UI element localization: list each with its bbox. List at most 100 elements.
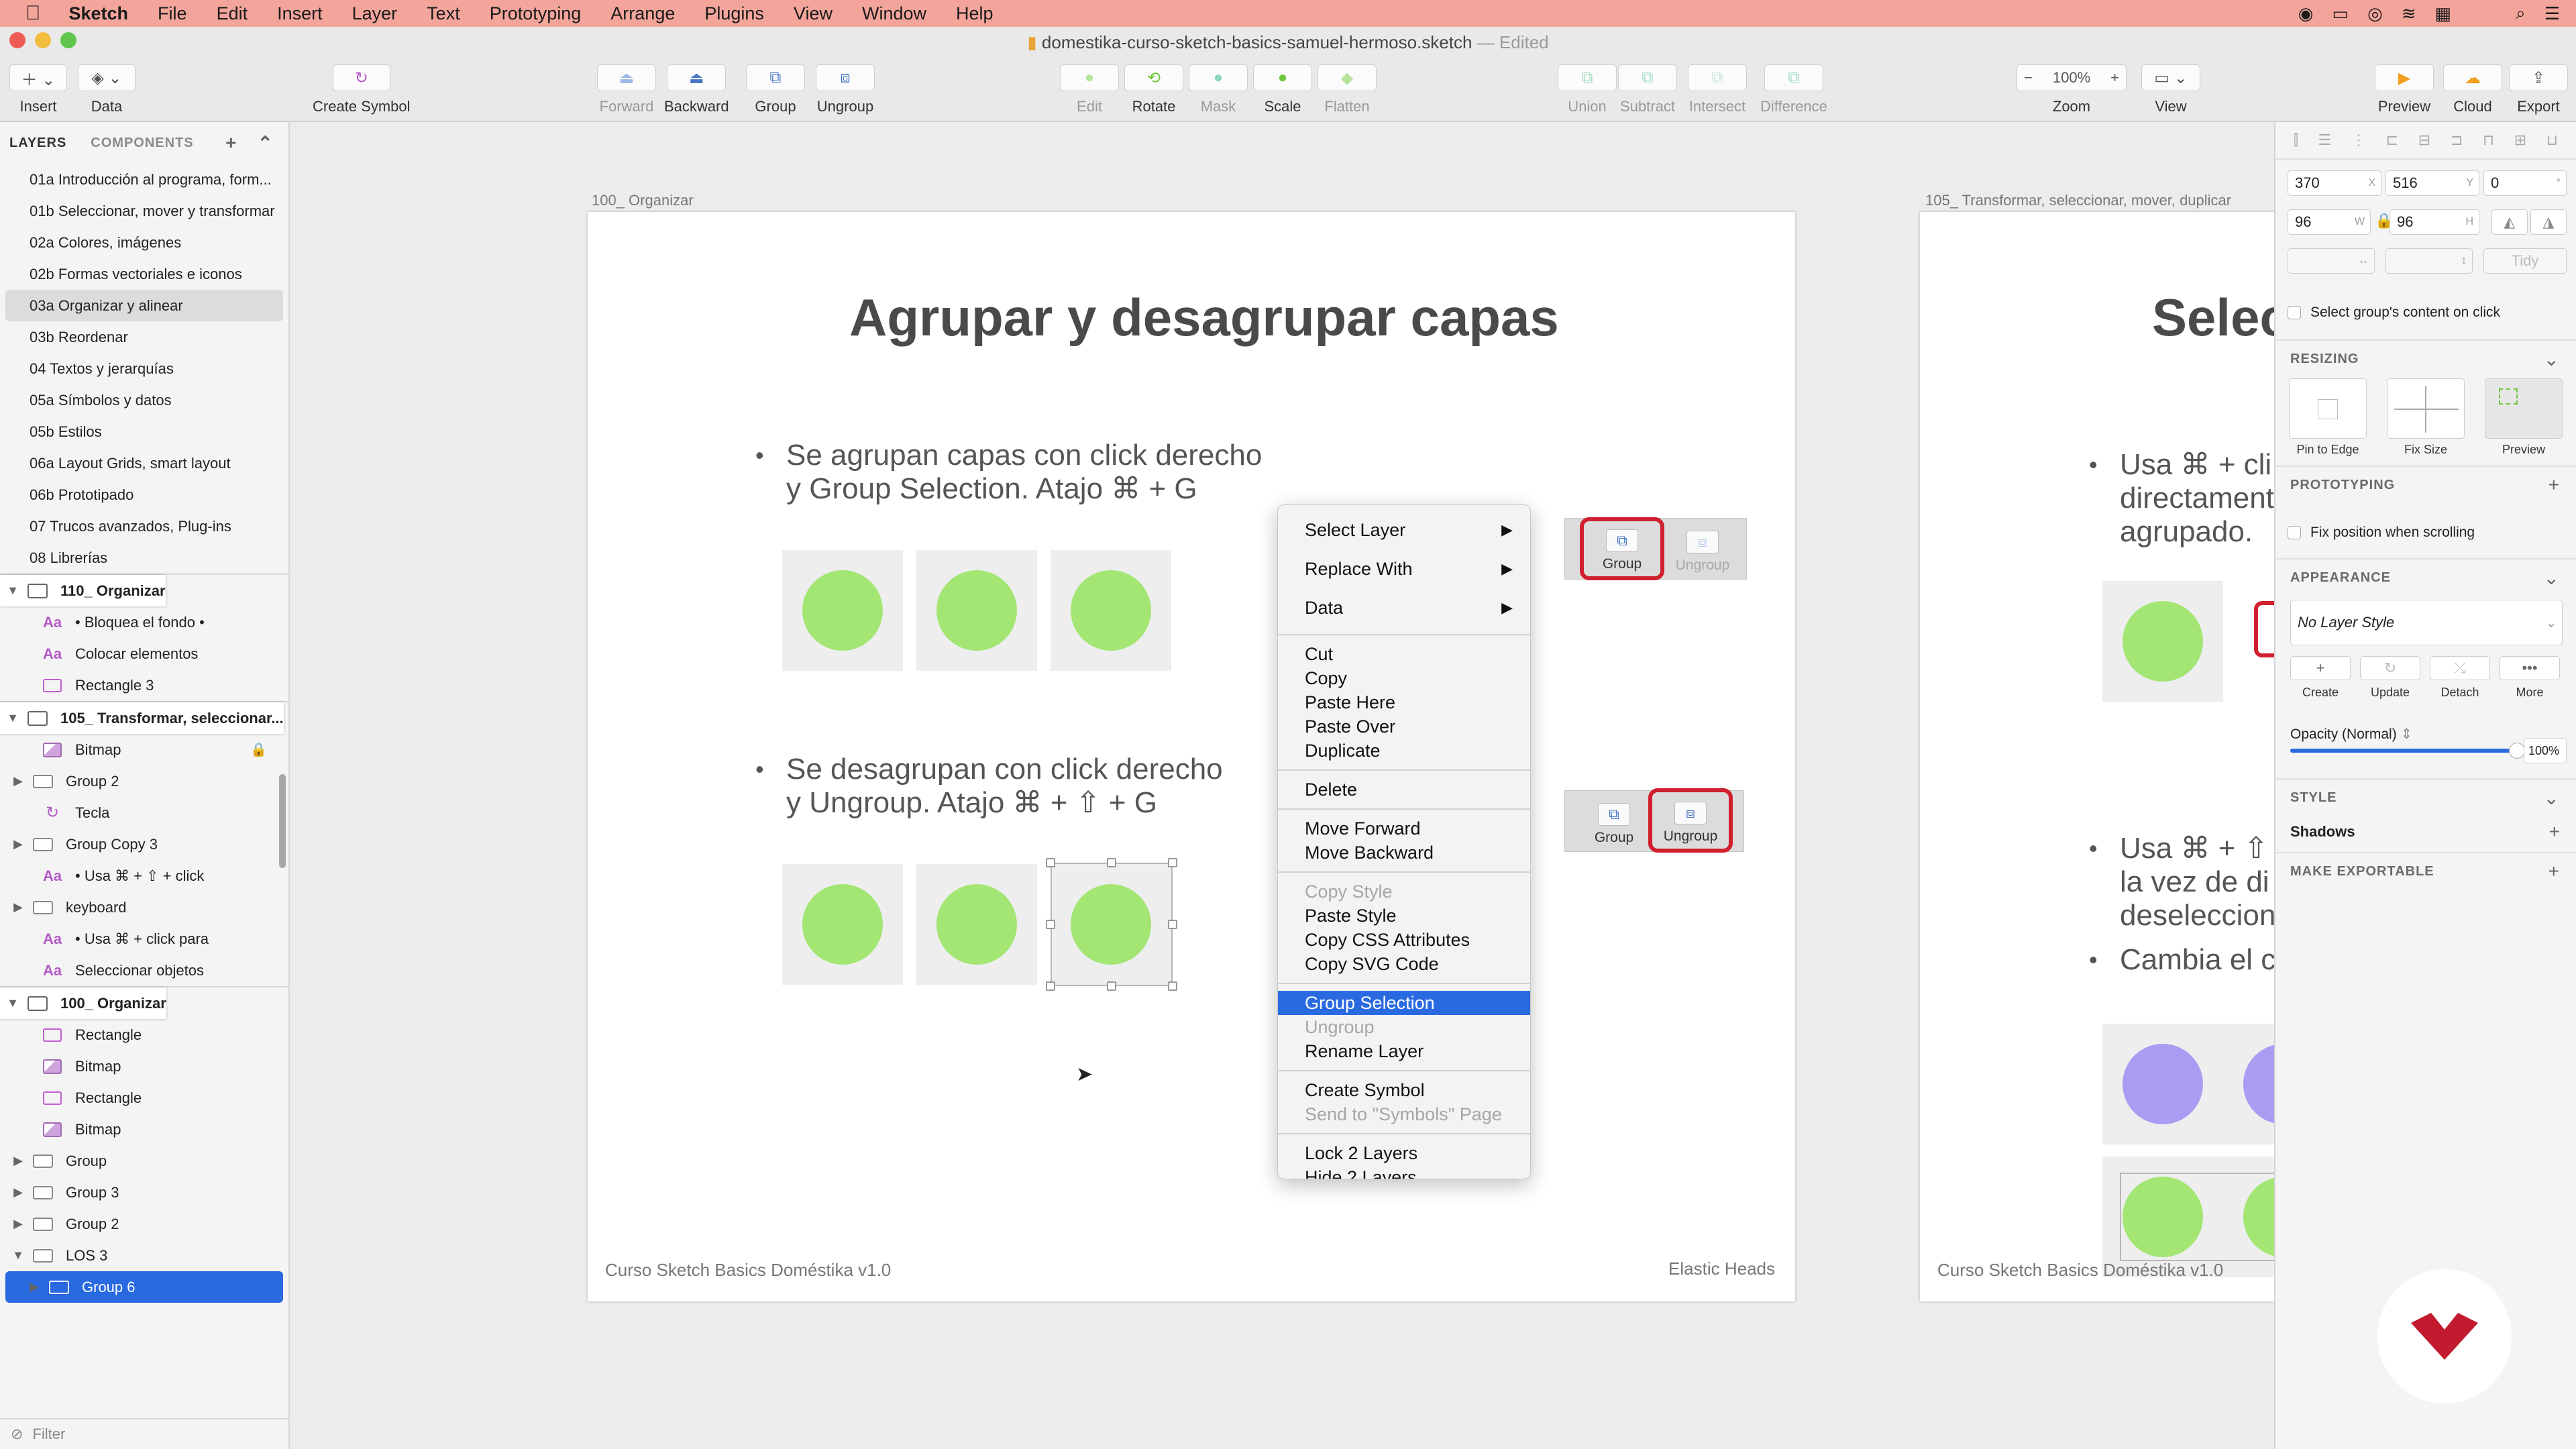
menu-item-select-layer[interactable]: Select Layer ▶ xyxy=(1278,511,1530,549)
backward-tool[interactable]: ⏏ Backward xyxy=(664,64,729,115)
menu-item-move-forward[interactable]: Move Forward xyxy=(1278,816,1530,841)
layer-row[interactable]: ▶ Group 3 xyxy=(0,1177,288,1208)
layer-row[interactable]: Aa • Usa ⌘ + ⇧ + click xyxy=(0,860,288,892)
page-item[interactable]: 02b Formas vectoriales e iconos xyxy=(0,258,288,290)
edit-tool[interactable]: ● Edit xyxy=(1060,64,1119,115)
align-right-icon[interactable]: ⊐ xyxy=(2451,131,2463,149)
menu-item-hide-layers[interactable]: Hide 2 Layers xyxy=(1278,1165,1530,1179)
subtract-tool[interactable]: ⧉ Subtract xyxy=(1618,64,1677,115)
insert-tool[interactable]: ＋ ⌄ Insert xyxy=(9,64,67,115)
circle-tile[interactable] xyxy=(916,864,1037,985)
artboard-row[interactable]: ▼ 105_ Transformar, seleccionar... xyxy=(0,702,284,734)
section-make-exportable[interactable]: MAKE EXPORTABLE + xyxy=(2275,852,2576,890)
mask-tool[interactable]: ● Mask xyxy=(1189,64,1248,115)
disclosure-triangle-icon[interactable]: ▶ xyxy=(5,1217,31,1231)
mask-icon[interactable]: ● xyxy=(1189,64,1248,91)
page-item[interactable]: 06b Prototipado xyxy=(0,479,288,511)
menu-item-copy[interactable]: Copy xyxy=(1278,666,1530,690)
distribute-vertical-icon[interactable]: ☰ xyxy=(2318,131,2332,149)
tidy-button[interactable]: Tidy xyxy=(2483,248,2567,274)
page-item[interactable]: 04 Textos y jerarquías xyxy=(0,353,288,384)
menu-item-create-symbol[interactable]: Create Symbol xyxy=(1278,1078,1530,1102)
align-middle-icon[interactable]: ⊞ xyxy=(2514,131,2526,149)
disclosure-triangle-icon[interactable]: ▶ xyxy=(5,837,31,851)
menu-item-move-backward[interactable]: Move Backward xyxy=(1278,841,1530,865)
disclosure-triangle-icon[interactable]: ▼ xyxy=(0,584,25,598)
record-icon[interactable]: ◉ xyxy=(2298,3,2314,24)
screen-icon[interactable]: ▭ xyxy=(2332,3,2349,24)
artboard-row[interactable]: ▼ 100_ Organizar xyxy=(0,987,166,1019)
page-item[interactable]: 06a Layout Grids, smart layout xyxy=(0,447,288,479)
checkbox[interactable] xyxy=(2288,306,2301,320)
page-item[interactable]: 05a Símbolos y datos xyxy=(0,384,288,416)
section-resizing[interactable]: RESIZING ⌄ xyxy=(2275,339,2576,377)
data-icon[interactable]: ◈ ⌄ xyxy=(78,64,136,91)
more-style-button[interactable]: ••• xyxy=(2500,656,2560,680)
ungroup-icon[interactable]: ⧈ xyxy=(816,64,875,91)
opacity-slider-knob[interactable] xyxy=(2509,743,2525,759)
circle-tile[interactable] xyxy=(782,864,903,985)
flip-vertical-button[interactable]: ◮ xyxy=(2530,209,2567,235)
page-item[interactable]: 01a Introducción al programa, form... xyxy=(0,164,288,195)
zoom-tool[interactable]: − 100% + Zoom xyxy=(2017,64,2127,115)
checkbox[interactable] xyxy=(2288,526,2301,540)
layer-row[interactable]: Bitmap xyxy=(0,1051,288,1082)
menu-item-duplicate[interactable]: Duplicate xyxy=(1278,739,1530,763)
plus-icon[interactable]: + xyxy=(2549,821,2560,843)
play-icon[interactable]: ▶ xyxy=(2375,64,2434,91)
menu-file[interactable]: File xyxy=(143,3,202,24)
creative-cloud-icon[interactable]: ◎ xyxy=(2367,3,2383,24)
menu-text[interactable]: Text xyxy=(412,3,475,24)
plus-icon[interactable]: + xyxy=(2548,474,2560,496)
layer-row[interactable]: ▶ Group 2 xyxy=(0,1208,288,1240)
scale-icon[interactable]: ● xyxy=(1253,64,1312,91)
menu-item-delete[interactable]: Delete xyxy=(1278,777,1530,802)
resize-handle[interactable] xyxy=(1107,858,1116,867)
layer-row[interactable]: Rectangle xyxy=(0,1019,288,1051)
artboard-105-transformar[interactable]: Selec • Usa ⌘ + cli directament agrupado… xyxy=(1920,212,2274,1301)
resize-handle[interactable] xyxy=(1046,858,1055,867)
resize-handle[interactable] xyxy=(1046,920,1055,929)
green-circle[interactable] xyxy=(1071,570,1151,651)
menu-view[interactable]: View xyxy=(779,3,847,24)
layer-row[interactable]: ▶ Group xyxy=(0,1145,288,1177)
difference-tool[interactable]: ⧉ Difference xyxy=(1760,64,1827,115)
align-center-icon[interactable]: ⊟ xyxy=(2418,131,2430,149)
create-symbol-tool[interactable]: ↻ Create Symbol xyxy=(313,64,411,115)
distribute-horizontal-icon[interactable]: ⫿ xyxy=(2294,131,2298,149)
page-item[interactable]: 01b Seleccionar, mover y transformar xyxy=(0,195,288,227)
union-tool[interactable]: ⧉ Union xyxy=(1558,64,1617,115)
green-circle[interactable] xyxy=(936,570,1017,651)
menu-item-rename-layer[interactable]: Rename Layer xyxy=(1278,1039,1530,1063)
layer-row[interactable]: Aa Seleccionar objetos xyxy=(0,955,288,986)
plus-icon[interactable]: ＋ ⌄ xyxy=(9,64,67,91)
circle-tile-row[interactable] xyxy=(2102,1024,2274,1144)
plus-icon[interactable]: + xyxy=(2548,861,2560,882)
spotlight-search-icon[interactable]: ⌕ xyxy=(2516,3,2526,24)
green-circle[interactable] xyxy=(802,570,883,651)
zoom-out-icon[interactable]: − xyxy=(2024,69,2033,87)
page-item[interactable]: 05b Estilos xyxy=(0,416,288,447)
menu-item-data[interactable]: Data ▶ xyxy=(1278,588,1530,627)
forward-tool[interactable]: ⏏ Forward xyxy=(597,64,656,115)
fix-size-control[interactable] xyxy=(2387,378,2465,439)
green-circle[interactable] xyxy=(802,884,883,965)
section-prototyping[interactable]: PROTOTYPING + xyxy=(2275,466,2576,503)
cloud-tool[interactable]: ☁ Cloud xyxy=(2443,64,2502,115)
x-field[interactable]: 370 X xyxy=(2288,170,2381,196)
resize-handle[interactable] xyxy=(1168,981,1177,991)
resize-handle[interactable] xyxy=(1168,858,1177,867)
resize-handle[interactable] xyxy=(1046,981,1055,991)
tab-components[interactable]: COMPONENTS xyxy=(91,136,193,151)
lock-icon[interactable]: 🔒 xyxy=(250,741,267,758)
page-item[interactable]: 02a Colores, imágenes xyxy=(0,227,288,258)
menu-item-copy-svg[interactable]: Copy SVG Code xyxy=(1278,952,1530,976)
layer-row[interactable]: Rectangle 3 xyxy=(0,669,288,701)
disclosure-triangle-icon[interactable]: ▶ xyxy=(21,1280,47,1294)
forward-icon[interactable]: ⏏ xyxy=(597,64,656,91)
layer-row[interactable]: Bitmap xyxy=(0,1114,288,1145)
disclosure-triangle-icon[interactable]: ▶ xyxy=(5,1154,31,1168)
layer-row[interactable]: ↻ Tecla xyxy=(0,797,288,828)
wifi-icon[interactable]: ≋ xyxy=(2402,3,2416,24)
resize-handle[interactable] xyxy=(1168,920,1177,929)
